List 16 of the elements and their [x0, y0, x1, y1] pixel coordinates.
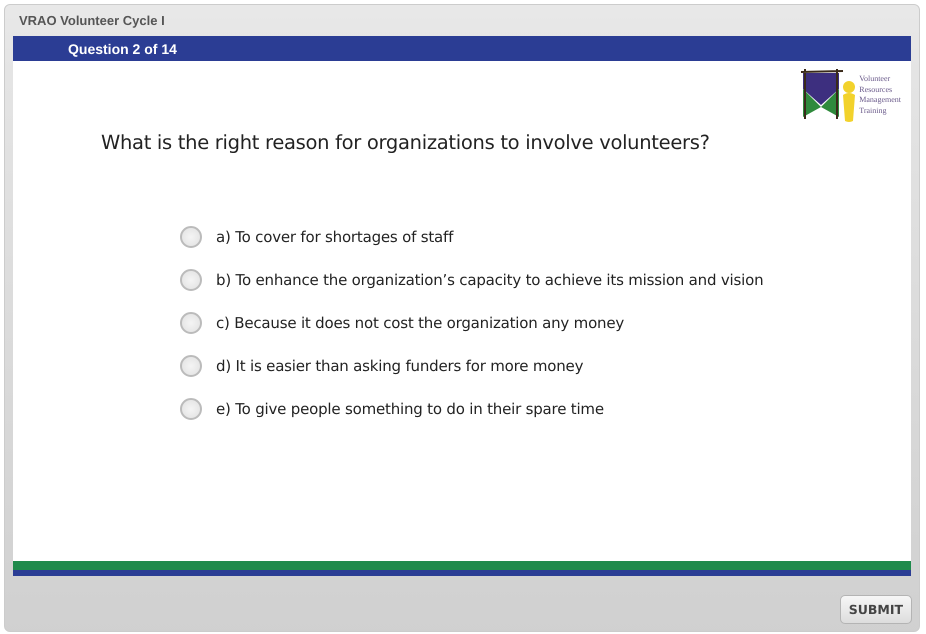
question-counter: Question 2 of 14	[68, 40, 177, 56]
logo-icon	[799, 67, 858, 123]
radio-button[interactable]	[180, 312, 202, 334]
question-text: What is the right reason for organizations to involve volunteers?	[101, 131, 711, 154]
logo-text: Volunteer Resources Management Training	[859, 74, 901, 116]
answer-option[interactable]: e) To give people something to do in their spare time	[216, 400, 604, 418]
radio-button[interactable]	[180, 269, 202, 291]
radio-button[interactable]	[180, 398, 202, 420]
radio-button[interactable]	[180, 355, 202, 377]
window-title: VRAO Volunteer Cycle I	[19, 13, 165, 28]
answer-option[interactable]: a) To cover for shortages of staff	[216, 228, 454, 246]
answer-option[interactable]: c) Because it does not cost the organization any money	[216, 314, 624, 332]
submit-button[interactable]: SUBMIT	[840, 595, 912, 624]
answer-option[interactable]: b) To enhance the organization’s capacity to achieve its mission and vision	[216, 271, 764, 289]
answer-option[interactable]: d) It is easier than asking funders for more money	[216, 357, 584, 375]
radio-button[interactable]	[180, 226, 202, 248]
